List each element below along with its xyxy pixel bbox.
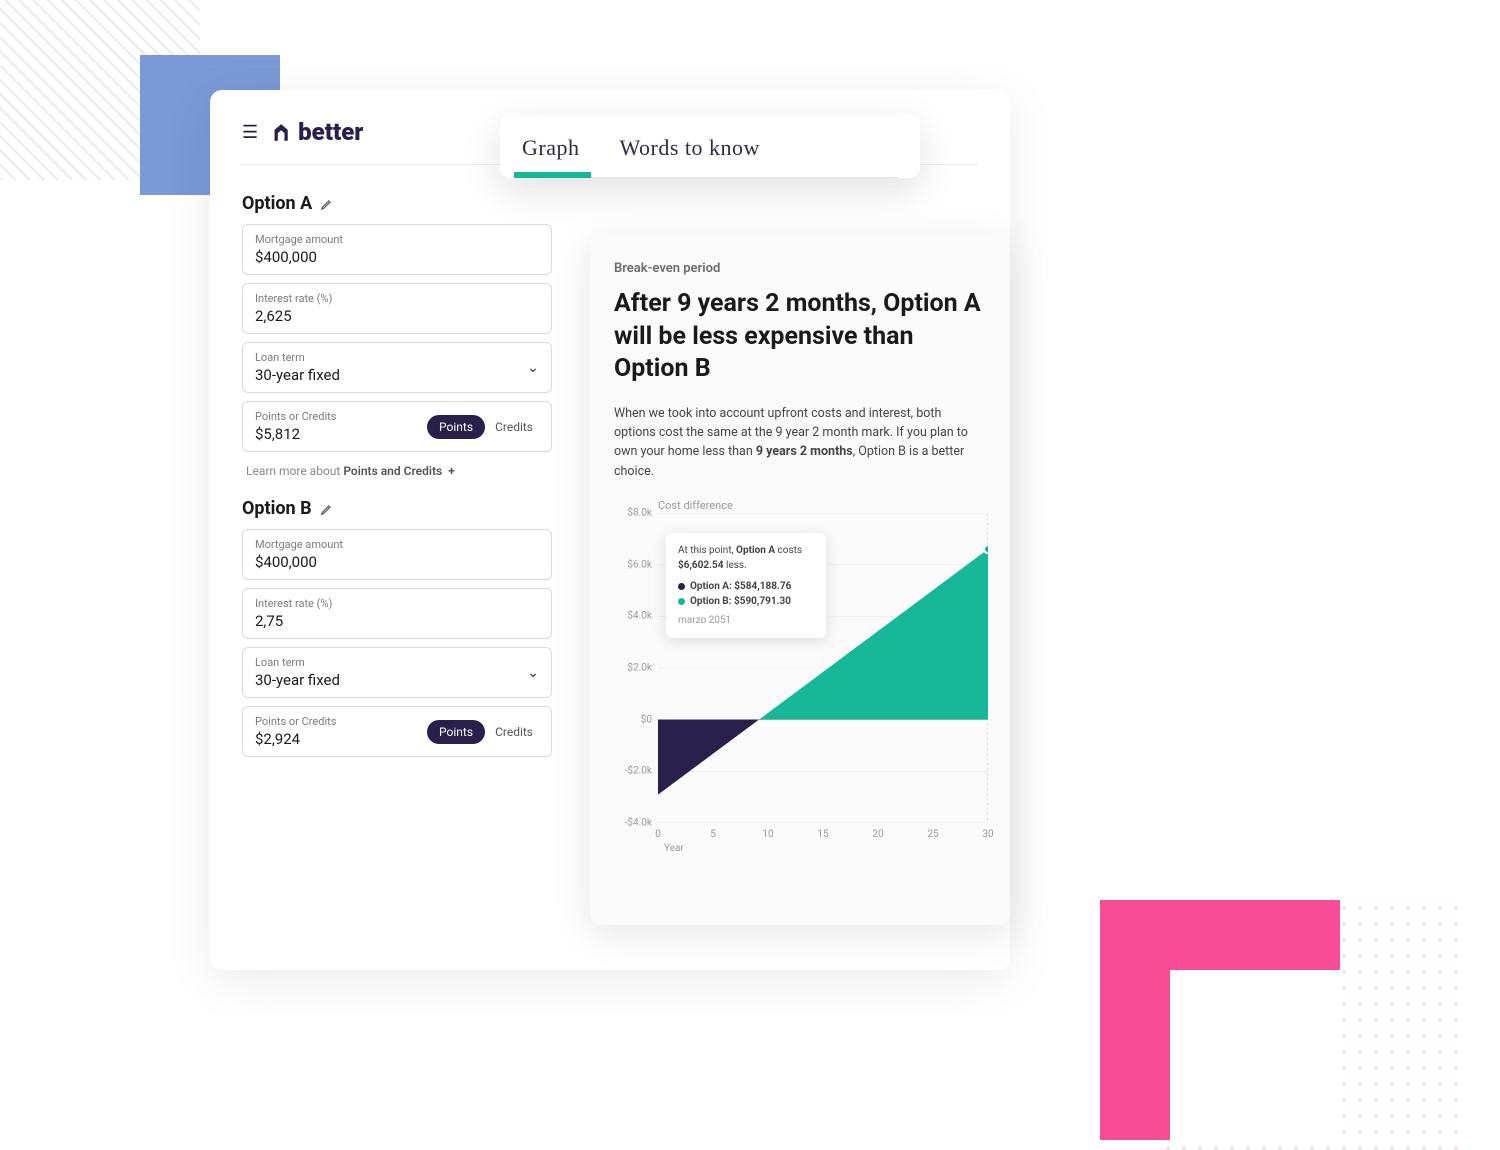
learn-more-topic: Points and Credits bbox=[343, 464, 442, 478]
plus-icon: + bbox=[448, 464, 455, 478]
field-label: Mortgage amount bbox=[255, 233, 539, 246]
field-value: 2,625 bbox=[255, 307, 539, 325]
tab-graph[interactable]: Graph bbox=[522, 135, 579, 177]
chart-ytick: $0 bbox=[614, 714, 652, 725]
chart-ytick: $6.0k bbox=[614, 559, 652, 570]
chart-ytick: $2.0k bbox=[614, 663, 652, 674]
field-label: Mortgage amount bbox=[255, 538, 539, 551]
option-a-mortgage-field[interactable]: Mortgage amount $400,000 bbox=[242, 224, 552, 275]
chart-ytick: -$2.0k bbox=[614, 766, 652, 777]
chart-xtick: 0 bbox=[655, 829, 661, 840]
decor-pink-l-cut bbox=[1170, 970, 1340, 1140]
option-a-heading: Option A bbox=[242, 193, 552, 214]
field-label: Interest rate (%) bbox=[255, 597, 539, 610]
toggle-credits[interactable]: Credits bbox=[485, 416, 543, 438]
chart-xtick: 30 bbox=[982, 829, 993, 840]
option-b-title: Option B bbox=[242, 498, 312, 519]
tooltip-option-a: Option A: $584,188.76 bbox=[678, 579, 814, 594]
field-value: $400,000 bbox=[255, 553, 539, 571]
option-b-heading: Option B bbox=[242, 498, 552, 519]
chevron-down-icon: ⌄ bbox=[527, 360, 539, 376]
brand-logo[interactable]: better bbox=[270, 118, 363, 146]
field-label: Interest rate (%) bbox=[255, 292, 539, 305]
tooltip-headline: At this point, Option A costs $6,602.54 … bbox=[678, 543, 814, 573]
menu-icon[interactable]: ☰ bbox=[242, 122, 258, 143]
results-panel: Break-even period After 9 years 2 months… bbox=[590, 235, 1010, 925]
option-b-mortgage-field[interactable]: Mortgage amount $400,000 bbox=[242, 529, 552, 580]
options-form-panel: Option A Mortgage amount $400,000 Intere… bbox=[242, 193, 552, 757]
tab-words-to-know[interactable]: Words to know bbox=[619, 135, 759, 177]
chart-xtick: 20 bbox=[872, 829, 883, 840]
learn-more-link[interactable]: Learn more about Points and Credits + bbox=[246, 464, 552, 478]
field-value: 30-year fixed bbox=[255, 366, 539, 384]
chart-xlabel: Year bbox=[664, 843, 684, 854]
option-b-term-select[interactable]: Loan term 30-year fixed ⌄ bbox=[242, 647, 552, 698]
option-b-points-field[interactable]: Points or Credits $2,924 Points Credits bbox=[242, 706, 552, 757]
tabs-overlay: Graph Words to know bbox=[500, 115, 920, 178]
field-label: Loan term bbox=[255, 351, 539, 364]
option-a-term-select[interactable]: Loan term 30-year fixed ⌄ bbox=[242, 342, 552, 393]
option-a-points-field[interactable]: Points or Credits $5,812 Points Credits bbox=[242, 401, 552, 452]
option-a-rate-field[interactable]: Interest rate (%) 2,625 bbox=[242, 283, 552, 334]
house-icon bbox=[270, 121, 292, 143]
points-credits-toggle[interactable]: Points Credits bbox=[427, 720, 543, 744]
field-value: 2,75 bbox=[255, 612, 539, 630]
chart-ytick: $4.0k bbox=[614, 611, 652, 622]
cost-difference-chart[interactable]: Cost difference $8.0k$6.0k$4.0k$2.0k$0-$… bbox=[614, 503, 986, 863]
brand-text: better bbox=[298, 118, 363, 146]
chart-xtick: 10 bbox=[762, 829, 773, 840]
breakeven-label: Break-even period bbox=[614, 261, 986, 276]
chart-title: Cost difference bbox=[658, 499, 733, 512]
option-a-title: Option A bbox=[242, 193, 312, 214]
pencil-icon[interactable] bbox=[320, 502, 334, 516]
breakeven-title: After 9 years 2 months, Option A will be… bbox=[614, 288, 986, 386]
learn-more-prefix: Learn more about bbox=[246, 464, 343, 478]
chart-xtick: 25 bbox=[927, 829, 938, 840]
field-value: $400,000 bbox=[255, 248, 539, 266]
chart-ytick: $8.0k bbox=[614, 508, 652, 519]
tabs-row: Graph Words to know bbox=[522, 135, 898, 178]
chart-xtick: 15 bbox=[817, 829, 828, 840]
field-label: Loan term bbox=[255, 656, 539, 669]
chart-tooltip: At this point, Option A costs $6,602.54 … bbox=[666, 533, 826, 638]
toggle-points[interactable]: Points bbox=[427, 720, 485, 744]
points-credits-toggle[interactable]: Points Credits bbox=[427, 415, 543, 439]
chevron-down-icon: ⌄ bbox=[527, 665, 539, 681]
chart-xtick: 5 bbox=[710, 829, 716, 840]
toggle-credits[interactable]: Credits bbox=[485, 721, 543, 743]
option-b-rate-field[interactable]: Interest rate (%) 2,75 bbox=[242, 588, 552, 639]
pencil-icon[interactable] bbox=[320, 197, 334, 211]
tooltip-date: marzo 2051 bbox=[678, 613, 814, 628]
breakeven-description: When we took into account upfront costs … bbox=[614, 404, 986, 482]
field-value: 30-year fixed bbox=[255, 671, 539, 689]
chart-ytick: -$4.0k bbox=[614, 818, 652, 829]
tooltip-option-b: Option B: $590,791.30 bbox=[678, 594, 814, 609]
toggle-points[interactable]: Points bbox=[427, 415, 485, 439]
